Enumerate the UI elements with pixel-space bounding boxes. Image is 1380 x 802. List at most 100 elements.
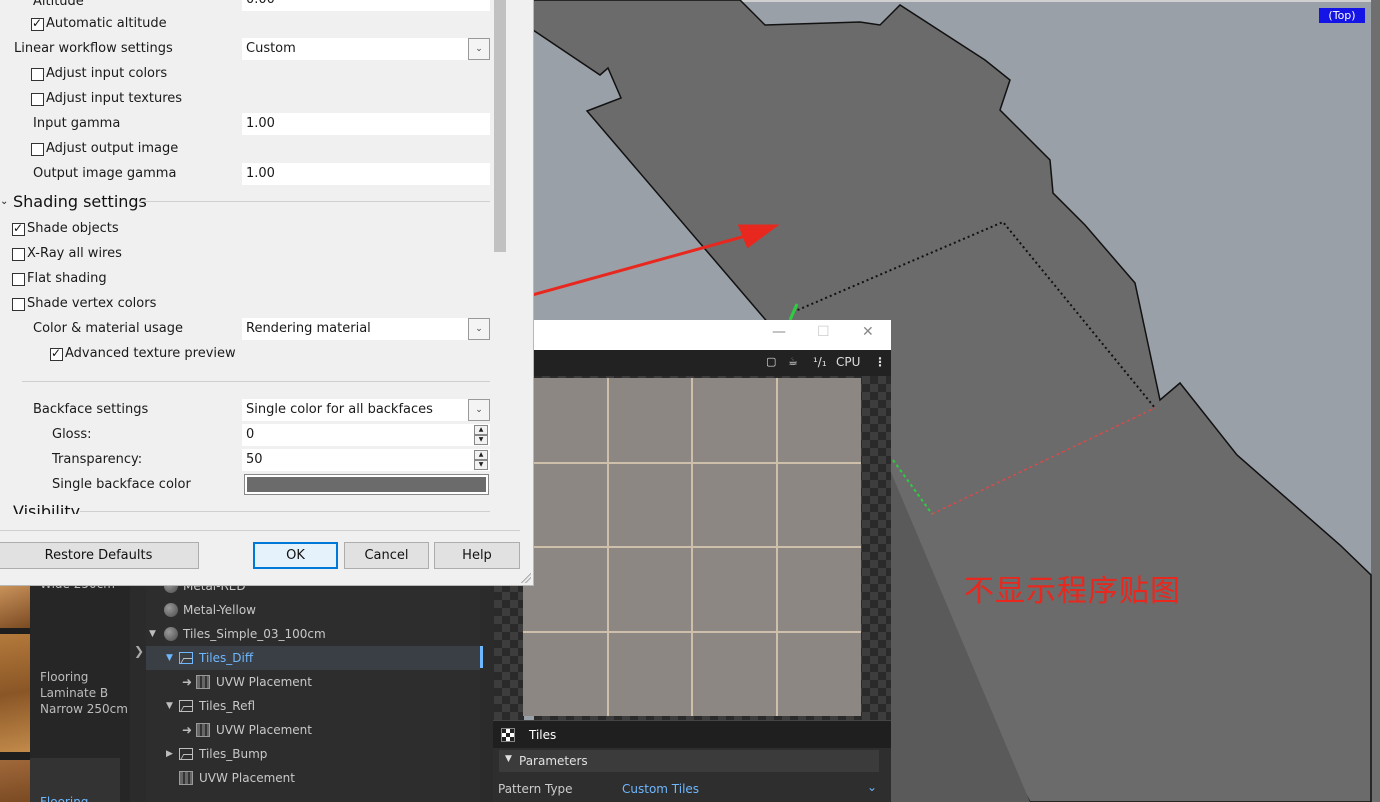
gloss-field[interactable]: 0 ▲ ▼: [242, 424, 490, 446]
input-gamma-field[interactable]: 1.00: [242, 113, 490, 135]
tiles-title: Tiles: [529, 728, 557, 742]
output-gamma-field[interactable]: 1.00: [242, 163, 490, 185]
chevron-down-icon[interactable]: ⌄: [468, 38, 490, 60]
tiles-texture-icon: [501, 728, 515, 742]
cancel-button[interactable]: Cancel: [344, 542, 429, 569]
tree-item[interactable]: Metal-Yellow: [146, 598, 480, 622]
altitude-field[interactable]: 0.00: [242, 0, 490, 11]
linear-workflow-value: Custom: [246, 41, 296, 56]
shade-vertex-colors-checkbox[interactable]: [12, 298, 25, 311]
tiles-header: Tiles: [493, 720, 891, 748]
uvw-icon: [196, 675, 210, 689]
material-tree: Metal-RED Metal-Yellow ▼ Tiles_Simple_03…: [146, 576, 480, 802]
visibility-title: Visibility: [13, 504, 81, 514]
backface-settings-value: Single color for all backfaces: [246, 402, 433, 417]
resize-grip-icon[interactable]: [521, 573, 531, 583]
adjust-input-textures-checkbox[interactable]: [31, 93, 44, 106]
transparency-spinner[interactable]: ▲ ▼: [474, 450, 488, 470]
adjust-output-image-label: Adjust output image: [46, 141, 179, 156]
preview-checker-edge: [494, 576, 524, 720]
maximize-button[interactable]: ☐: [817, 324, 830, 340]
selection-indicator: [480, 646, 483, 668]
pattern-type-label: Pattern Type: [498, 782, 573, 796]
shade-objects-label: Shade objects: [27, 221, 119, 236]
tree-item[interactable]: ➜ UVW Placement: [146, 670, 480, 694]
material-thumbnail[interactable]: [0, 634, 30, 752]
transparency-value: 50: [246, 452, 263, 467]
uvw-icon: [179, 771, 193, 785]
chevron-down-icon[interactable]: ⌄: [468, 399, 490, 421]
linear-workflow-dropdown[interactable]: Custom ⌄: [242, 38, 490, 60]
expand-triangle-icon[interactable]: ▼: [149, 622, 156, 646]
adjust-input-textures-label: Adjust input textures: [46, 91, 183, 106]
editor-titlebar[interactable]: — ☐ ✕: [534, 320, 891, 350]
help-button[interactable]: Help: [434, 542, 520, 569]
more-menu-icon[interactable]: ⋮: [874, 355, 886, 369]
ok-button[interactable]: OK: [253, 542, 338, 569]
adjust-input-colors-label: Adjust input colors: [46, 66, 168, 81]
gloss-label: Gloss:: [52, 427, 92, 442]
gloss-value: 0: [246, 427, 255, 442]
flat-shading-checkbox[interactable]: [12, 273, 25, 286]
tree-item-label: Tiles_Diff: [199, 651, 254, 665]
close-button[interactable]: ✕: [862, 324, 874, 340]
output-gamma-label: Output image gamma: [33, 166, 177, 181]
view-label-badge[interactable]: (Top): [1319, 8, 1365, 23]
backface-settings-dropdown[interactable]: Single color for all backfaces ⌄: [242, 399, 490, 421]
tree-item-label: UVW Placement: [216, 723, 312, 737]
color-material-usage-value: Rendering material: [246, 321, 371, 336]
single-backface-color-label: Single backface color: [52, 477, 191, 492]
tree-item[interactable]: ▼ Tiles_Simple_03_100cm: [146, 622, 480, 646]
expand-triangle-icon[interactable]: ▼: [166, 694, 173, 718]
pattern-type-dropdown[interactable]: Custom Tiles: [622, 782, 699, 796]
shade-objects-checkbox[interactable]: [12, 221, 25, 236]
teapot-icon[interactable]: ☕: [788, 355, 798, 368]
color-material-usage-dropdown[interactable]: Rendering material ⌄: [242, 318, 490, 340]
thumb-label[interactable]: Flooring: [30, 758, 120, 802]
pattern-type-row: Pattern Type Custom Tiles ⌄: [497, 780, 887, 800]
gloss-spinner[interactable]: ▲ ▼: [474, 425, 488, 445]
xray-checkbox[interactable]: [12, 248, 25, 261]
engine-button[interactable]: CPU: [836, 355, 860, 369]
annotation-text: 不显示程序贴图: [964, 574, 1181, 609]
tree-item[interactable]: UVW Placement: [146, 766, 480, 790]
section-collapse-icon[interactable]: ⌄: [0, 196, 8, 207]
backface-color-swatch[interactable]: [244, 474, 489, 495]
minimize-button[interactable]: —: [772, 324, 786, 340]
thumb-label: Flooring Laminate B Narrow 250cm: [40, 670, 128, 716]
flat-shading-label: Flat shading: [27, 271, 107, 286]
material-thumbnail[interactable]: [0, 586, 30, 628]
collapsed-triangle-icon[interactable]: ▶: [166, 742, 173, 766]
material-thumbnail[interactable]: [0, 760, 30, 802]
tree-item-label: Tiles_Simple_03_100cm: [183, 627, 326, 641]
button-divider: [0, 530, 520, 531]
tree-item[interactable]: ▼ Tiles_Refl: [146, 694, 480, 718]
thumbnail-column: [0, 576, 30, 802]
tree-item-label: Metal-Yellow: [183, 603, 256, 617]
restore-defaults-button[interactable]: Restore Defaults: [0, 542, 199, 569]
tree-item-label: UVW Placement: [216, 675, 312, 689]
link-arrow-icon: ➜: [182, 675, 193, 689]
adjust-output-image-checkbox[interactable]: [31, 143, 44, 156]
dialog-scrollbar[interactable]: [493, 0, 507, 516]
region-render-icon[interactable]: ▢: [766, 355, 776, 368]
automatic-altitude-checkbox[interactable]: [31, 16, 44, 31]
adjust-input-colors-checkbox[interactable]: [31, 68, 44, 81]
chevron-down-icon[interactable]: ⌄: [468, 318, 490, 340]
color-material-usage-label: Color & material usage: [33, 321, 183, 336]
chevron-down-icon[interactable]: ⌄: [867, 780, 877, 794]
transparency-field[interactable]: 50 ▲ ▼: [242, 449, 490, 471]
chevron-right-icon[interactable]: ❯: [134, 644, 144, 658]
parameters-label: Parameters: [519, 754, 588, 768]
advanced-texture-preview-label: Advanced texture preview: [65, 346, 236, 361]
tree-item-selected[interactable]: ▼ Tiles_Diff: [146, 646, 480, 670]
material-browser-panel: Wide 250cm Flooring Laminate B Narrow 25…: [0, 576, 524, 802]
tree-item[interactable]: ➜ UVW Placement: [146, 718, 480, 742]
material-ball-icon: [164, 603, 178, 617]
ratio-button[interactable]: ¹/₁: [813, 355, 827, 369]
advanced-texture-preview-checkbox[interactable]: [50, 346, 63, 361]
tree-item-label: UVW Placement: [199, 771, 295, 785]
tree-item[interactable]: ▶ Tiles_Bump: [146, 742, 480, 766]
expand-triangle-icon[interactable]: ▼: [166, 646, 173, 670]
parameters-rollout[interactable]: ▼ Parameters: [499, 750, 879, 772]
